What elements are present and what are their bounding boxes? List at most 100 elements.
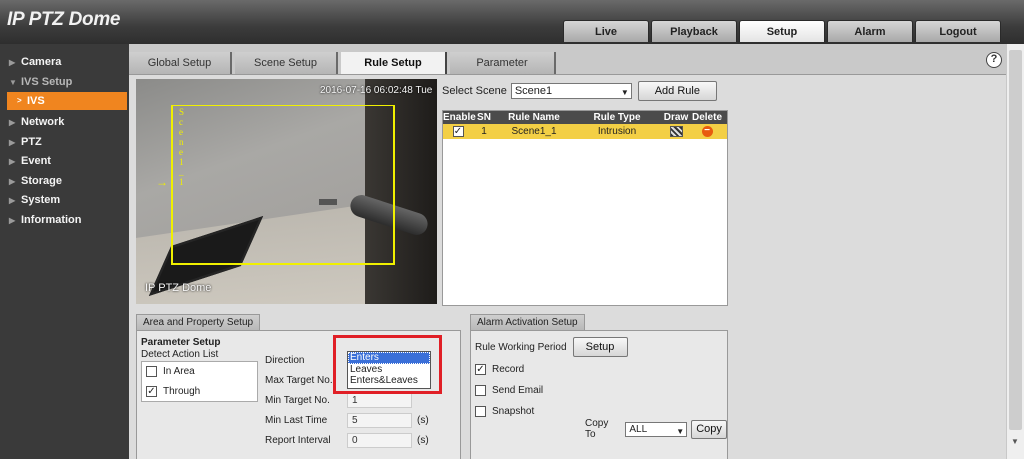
working-period-row: Rule Working Period Setup bbox=[475, 337, 628, 357]
sidebar-item-label: PTZ bbox=[21, 135, 42, 148]
list-item[interactable]: Snapshot bbox=[475, 406, 534, 417]
header-delete: Delete bbox=[691, 112, 722, 123]
triangle-right-icon: ▶ bbox=[9, 137, 16, 147]
sidebar-item-ivs-setup[interactable]: ▼ IVS Setup bbox=[0, 73, 129, 93]
snapshot-checkbox[interactable] bbox=[475, 406, 486, 417]
triangle-right-icon: ▶ bbox=[9, 215, 16, 225]
sidebar-item-label: Event bbox=[21, 155, 51, 167]
direction-label: Direction bbox=[265, 355, 305, 366]
page-scrollbar[interactable]: ▼ bbox=[1006, 44, 1024, 459]
sidebar-item-label: IVS Setup bbox=[21, 75, 73, 88]
rule-table: Enable SN Rule Name Rule Type Draw Delet… bbox=[442, 110, 728, 306]
direction-dropdown-list[interactable]: Enters Leaves Enters&Leaves bbox=[347, 351, 431, 389]
direction-option-leaves[interactable]: Leaves bbox=[348, 364, 430, 376]
record-checkbox[interactable]: ✓ bbox=[475, 364, 486, 375]
triangle-right-icon: ▶ bbox=[9, 58, 16, 67]
header-draw: Draw bbox=[663, 112, 689, 123]
header-rule-name: Rule Name bbox=[508, 112, 560, 123]
triangle-right-icon: ▶ bbox=[9, 176, 16, 186]
parameter-setup-title: Parameter Setup bbox=[141, 337, 221, 348]
video-preview[interactable]: Scene1_1 → 2016-07-16 06:02:48 Tue IP PT… bbox=[136, 79, 437, 304]
list-item[interactable]: ✓ Record bbox=[475, 364, 524, 375]
working-period-label: Rule Working Period bbox=[475, 341, 567, 353]
list-item[interactable]: Send Email bbox=[475, 385, 543, 396]
nav-playback-button[interactable]: Playback bbox=[651, 20, 737, 42]
rule-sn: 1 bbox=[481, 126, 487, 137]
area-property-tab[interactable]: Area and Property Setup bbox=[136, 314, 261, 330]
tab-rule-setup[interactable]: Rule Setup bbox=[341, 52, 447, 74]
send-email-checkbox[interactable] bbox=[475, 385, 486, 396]
main-area: Global Setup Scene Setup Rule Setup Para… bbox=[129, 44, 1006, 459]
list-item[interactable]: In Area bbox=[146, 366, 195, 377]
direction-arrow-icon: → bbox=[156, 175, 168, 189]
tab-scene-setup[interactable]: Scene Setup bbox=[235, 52, 338, 74]
tab-global-setup[interactable]: Global Setup bbox=[129, 52, 232, 74]
header-sn: SN bbox=[477, 112, 491, 123]
in-area-checkbox[interactable] bbox=[146, 366, 157, 377]
osd-camera-name: IP PTZ Dome bbox=[145, 282, 212, 294]
chevron-down-icon: ▼ bbox=[676, 426, 685, 436]
min-last-time-input[interactable]: 5 bbox=[347, 413, 412, 428]
sidebar-item-ptz[interactable]: ▶ PTZ bbox=[0, 133, 129, 153]
copy-button[interactable]: Copy bbox=[691, 419, 727, 439]
scrollbar-thumb[interactable] bbox=[1009, 50, 1022, 430]
rule-region-outline[interactable] bbox=[171, 105, 395, 265]
sidebar-item-label: Storage bbox=[21, 174, 62, 187]
scene-select[interactable]: Scene1 ▼ bbox=[510, 83, 632, 99]
sidebar-item-label: System bbox=[21, 194, 61, 206]
nav-alarm-button[interactable]: Alarm bbox=[827, 20, 913, 42]
report-interval-input[interactable]: 0 bbox=[347, 433, 412, 448]
osd-timestamp: 2016-07-16 06:02:48 Tue bbox=[320, 85, 433, 96]
sidebar-item-network[interactable]: ▶ Network bbox=[0, 113, 129, 133]
copy-to-select[interactable]: ALL ▼ bbox=[625, 421, 688, 437]
unit-seconds: (s) bbox=[417, 435, 429, 446]
triangle-right-icon: ▶ bbox=[9, 196, 16, 205]
triangle-down-icon: ▼ bbox=[9, 77, 17, 87]
sidebar-item-camera[interactable]: ▶ Camera bbox=[0, 53, 129, 73]
triangle-right-icon: ▶ bbox=[9, 118, 16, 127]
sidebar-item-storage[interactable]: ▶ Storage bbox=[0, 172, 129, 192]
sidebar: ▶ Camera ▼ IVS Setup > IVS ▶ Network ▶ PTZ ▶ E… bbox=[0, 44, 129, 459]
min-target-input[interactable]: 1 bbox=[347, 393, 412, 408]
through-label: Through bbox=[163, 386, 201, 397]
report-interval-label: Report Interval bbox=[265, 435, 331, 446]
nav-setup-button[interactable]: Setup bbox=[739, 20, 825, 42]
help-icon[interactable]: ? bbox=[986, 52, 1002, 68]
sidebar-subitem-ivs[interactable]: > IVS bbox=[7, 92, 127, 110]
rule-enable-checkbox[interactable]: ✓ bbox=[452, 125, 464, 137]
alarm-activation-tab[interactable]: Alarm Activation Setup bbox=[470, 314, 585, 330]
snapshot-label: Snapshot bbox=[492, 406, 535, 417]
header-enable: Enable bbox=[443, 112, 476, 123]
setup-tabs: Global Setup Scene Setup Rule Setup Para… bbox=[129, 52, 559, 74]
triangle-right-icon: ▶ bbox=[9, 157, 16, 166]
delete-icon[interactable]: − bbox=[701, 125, 713, 137]
working-period-setup-button[interactable]: Setup bbox=[572, 337, 628, 357]
add-rule-button[interactable]: Add Rule bbox=[637, 81, 717, 101]
rule-region-label: Scene1_1 bbox=[179, 107, 185, 187]
unit-seconds: (s) bbox=[417, 415, 429, 426]
nav-live-button[interactable]: Live bbox=[563, 20, 649, 42]
nav-logout-button[interactable]: Logout bbox=[915, 20, 1001, 42]
header-rule-type: Rule Type bbox=[593, 112, 641, 123]
sidebar-item-system[interactable]: ▶ System bbox=[0, 191, 129, 211]
detect-action-label: Detect Action List bbox=[141, 349, 219, 360]
draw-icon[interactable] bbox=[669, 125, 683, 137]
tab-parameter[interactable]: Parameter bbox=[450, 52, 556, 74]
rule-setup-content: Scene1_1 → 2016-07-16 06:02:48 Tue IP PT… bbox=[129, 74, 1006, 459]
sidebar-item-information[interactable]: ▶ Information bbox=[0, 211, 129, 231]
list-item[interactable]: ✓ Through bbox=[146, 386, 200, 397]
through-checkbox[interactable]: ✓ bbox=[146, 386, 157, 397]
direction-option-enters[interactable]: Enters bbox=[348, 352, 430, 364]
rule-name: Scene1_1 bbox=[511, 126, 557, 137]
alarm-activation-panel: Rule Working Period Setup ✓ Record Send … bbox=[470, 330, 728, 459]
sidebar-item-event[interactable]: ▶ Event bbox=[0, 152, 129, 172]
app-logo: IP PTZ Dome bbox=[7, 9, 121, 30]
rule-table-header: Enable SN Rule Name Rule Type Draw Delet… bbox=[443, 111, 727, 124]
in-area-label: In Area bbox=[163, 366, 195, 377]
max-target-label: Max Target No. bbox=[265, 375, 333, 386]
copy-to-label: Copy To bbox=[585, 418, 609, 440]
scroll-down-arrow-icon[interactable]: ▼ bbox=[1011, 437, 1019, 446]
direction-option-enters-leaves[interactable]: Enters&Leaves bbox=[348, 375, 430, 387]
copy-row: Copy To ALL ▼ Copy bbox=[585, 418, 727, 440]
table-row[interactable]: ✓ 1 Scene1_1 Intrusion − bbox=[443, 124, 727, 139]
